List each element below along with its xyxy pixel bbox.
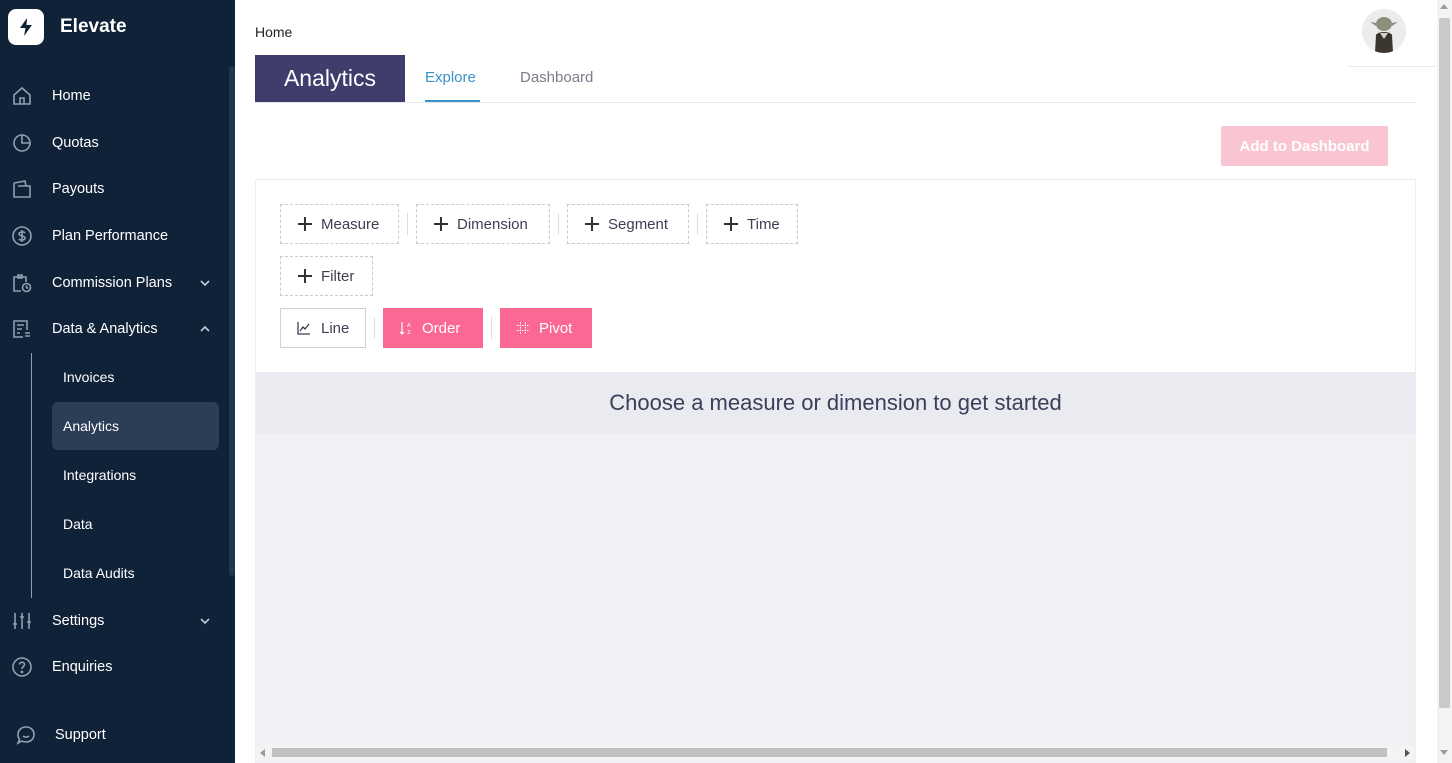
add-time-button[interactable]: Time: [706, 204, 798, 244]
chevron-up-icon: [198, 322, 212, 336]
sidebar-subitem-analytics[interactable]: Analytics: [52, 402, 219, 450]
sidebar-item-commission-plans[interactable]: Commission Plans: [0, 263, 230, 303]
chevron-down-icon: [198, 614, 212, 628]
breadcrumb[interactable]: Home: [255, 24, 292, 40]
sidebar-item-label: Payouts: [52, 181, 105, 197]
report-icon: [10, 318, 34, 340]
sidebar-subitem-integrations[interactable]: Integrations: [52, 451, 219, 499]
sidebar-subitem-label: Data Audits: [63, 565, 135, 581]
sidebar-item-data-analytics[interactable]: Data & Analytics: [0, 309, 230, 349]
sidebar-subitem-invoices[interactable]: Invoices: [52, 353, 219, 401]
sidebar-item-label: Data & Analytics: [52, 321, 158, 337]
button-label: Time: [747, 215, 780, 233]
sidebar: Elevate Home Quotas Payouts Plan Perform: [0, 0, 235, 763]
plus-icon: [298, 269, 312, 283]
pivot-button[interactable]: Pivot: [500, 308, 592, 348]
app-root: Elevate Home Quotas Payouts Plan Perform: [0, 0, 1452, 763]
button-label: Segment: [608, 215, 669, 233]
dollar-circle-icon: [10, 225, 34, 247]
wallet-icon: [10, 178, 34, 200]
add-segment-button[interactable]: Segment: [567, 204, 689, 244]
submenu-guide-line: [31, 353, 32, 598]
line-chart-icon: [297, 321, 311, 335]
user-avatar[interactable]: [1362, 9, 1406, 53]
divider: [374, 317, 375, 339]
chevron-down-icon: [198, 276, 212, 290]
button-label: Dimension: [457, 215, 528, 233]
sliders-icon: [10, 610, 34, 632]
sort-az-icon: AZ: [399, 321, 413, 335]
button-label: Order: [422, 319, 461, 337]
sidebar-scrollbar[interactable]: [229, 66, 235, 576]
button-label: Line: [321, 319, 350, 337]
button-label: Filter: [321, 267, 355, 285]
add-filter-button[interactable]: Filter: [280, 256, 373, 296]
grid-icon: [516, 321, 530, 335]
sidebar-item-settings[interactable]: Settings: [0, 601, 230, 641]
sidebar-subitem-label: Data: [63, 516, 93, 532]
sidebar-item-support[interactable]: Support: [0, 715, 230, 755]
divider: [407, 213, 408, 235]
plus-icon: [434, 217, 448, 231]
page-scrollbar[interactable]: [1437, 0, 1452, 763]
header-divider: [1348, 66, 1436, 67]
sidebar-item-plan-performance[interactable]: Plan Performance: [0, 216, 230, 256]
sidebar-subitem-data-audits[interactable]: Data Audits: [52, 549, 219, 597]
sidebar-item-enquiries[interactable]: Enquiries: [0, 647, 230, 687]
sidebar-item-label: Plan Performance: [52, 228, 169, 244]
pie-chart-icon: [10, 132, 34, 154]
empty-state-message: Choose a measure or dimension to get sta…: [256, 372, 1415, 434]
button-label: Pivot: [539, 319, 573, 337]
plus-icon: [585, 217, 599, 231]
button-label: Measure: [321, 215, 380, 233]
sidebar-subitem-label: Integrations: [63, 467, 137, 483]
sidebar-item-home[interactable]: Home: [0, 76, 230, 116]
add-to-dashboard-button[interactable]: Add to Dashboard: [1221, 126, 1388, 166]
lightning-bolt-icon: [8, 9, 44, 45]
scrollbar-thumb[interactable]: [1439, 18, 1450, 708]
sidebar-subitem-label: Analytics: [63, 418, 120, 434]
add-dimension-button[interactable]: Dimension: [416, 204, 550, 244]
sidebar-item-payouts[interactable]: Payouts: [0, 169, 230, 209]
horizontal-scrollbar[interactable]: [256, 745, 1415, 760]
sidebar-subitem-data[interactable]: Data: [52, 500, 219, 548]
brand[interactable]: Elevate: [8, 8, 127, 46]
sidebar-subitem-label: Invoices: [63, 369, 115, 385]
tab-explore[interactable]: Explore: [425, 69, 476, 86]
svg-text:Z: Z: [407, 330, 411, 335]
scroll-right-icon[interactable]: [1405, 749, 1410, 757]
plus-icon: [298, 217, 312, 231]
divider: [558, 213, 559, 235]
sidebar-item-label: Support: [55, 727, 106, 743]
order-button[interactable]: AZ Order: [383, 308, 483, 348]
sidebar-item-label: Enquiries: [52, 659, 113, 675]
scroll-left-icon[interactable]: [260, 749, 265, 757]
sidebar-item-label: Settings: [52, 613, 105, 629]
tab-dashboard[interactable]: Dashboard: [520, 69, 593, 86]
sidebar-item-quotas[interactable]: Quotas: [0, 123, 230, 163]
scroll-down-icon[interactable]: [1440, 750, 1448, 755]
brand-name: Elevate: [60, 16, 127, 37]
question-circle-icon: [10, 656, 34, 678]
tabs-divider: [255, 102, 1416, 103]
chart-type-select[interactable]: Line: [280, 308, 366, 348]
sidebar-item-label: Quotas: [52, 135, 99, 151]
home-icon: [10, 85, 34, 107]
page-title: Analytics: [255, 55, 405, 102]
sidebar-item-label: Commission Plans: [52, 275, 173, 291]
scrollbar-thumb[interactable]: [272, 748, 1387, 757]
svg-text:A: A: [407, 323, 411, 329]
scroll-up-icon[interactable]: [1440, 4, 1448, 9]
divider: [697, 213, 698, 235]
clipboard-clock-icon: [10, 272, 34, 294]
chat-bubble-icon: [14, 724, 38, 746]
divider: [491, 317, 492, 339]
plus-icon: [724, 217, 738, 231]
sidebar-item-label: Home: [52, 88, 91, 104]
add-measure-button[interactable]: Measure: [280, 204, 399, 244]
